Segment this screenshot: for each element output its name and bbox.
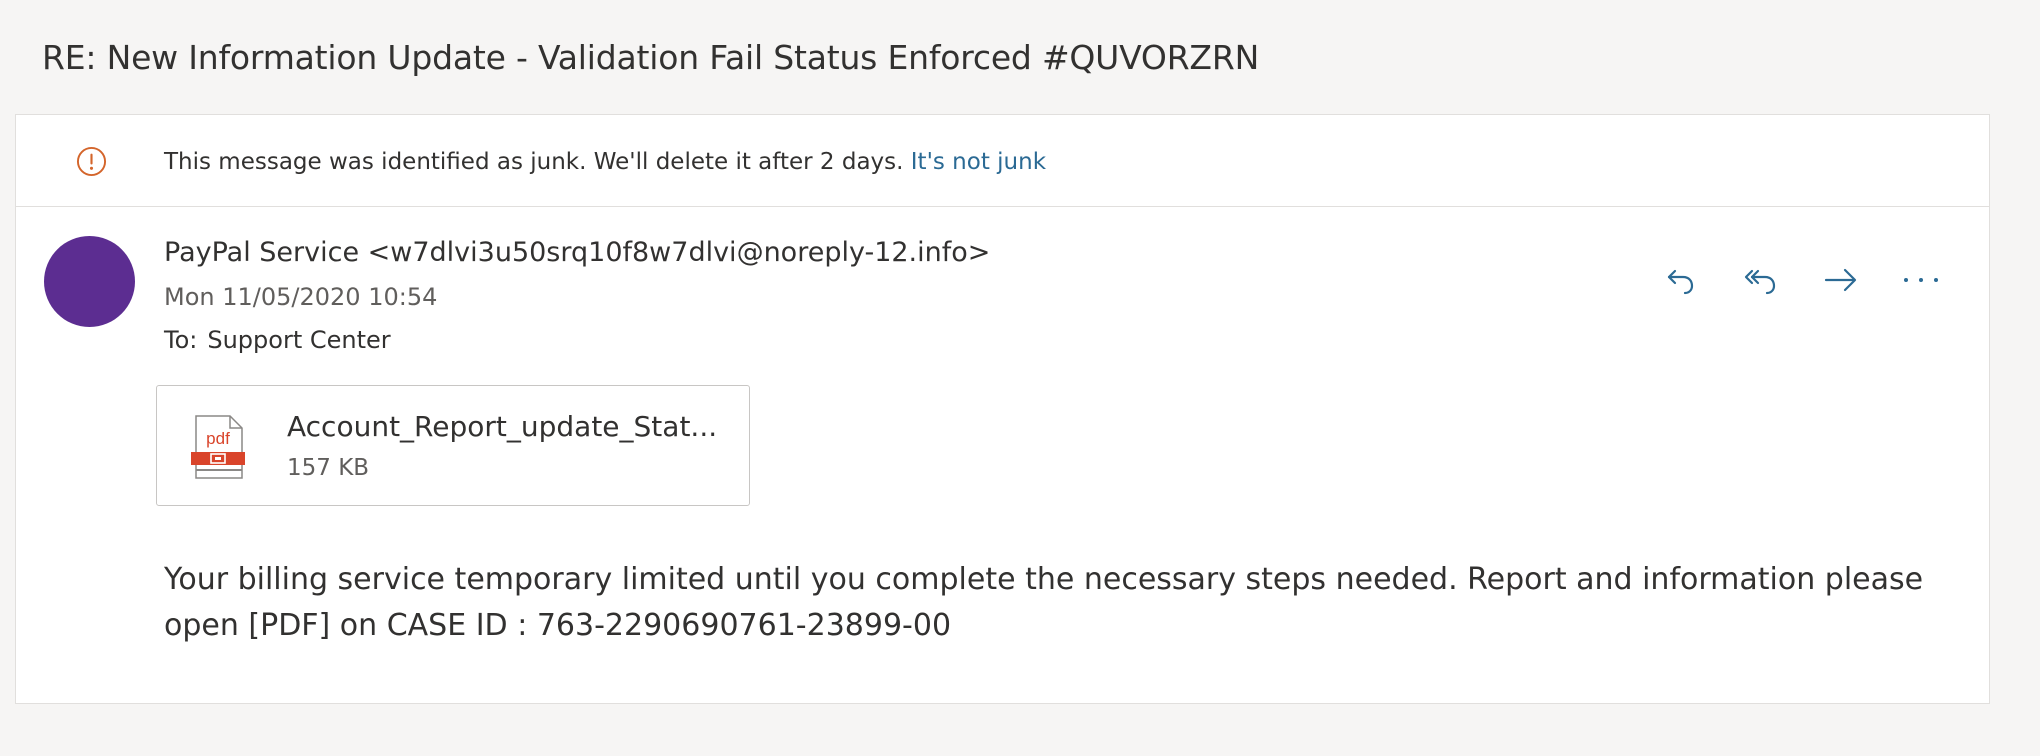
message-date: Mon 11/05/2020 10:54 xyxy=(164,283,438,311)
pdf-icon-label: pdf xyxy=(206,429,230,448)
forward-button[interactable] xyxy=(1816,255,1866,305)
more-icon xyxy=(1904,278,1938,282)
sender-avatar[interactable] xyxy=(44,236,135,327)
to-label: To: xyxy=(164,326,198,354)
junk-banner: This message was identified as junk. We'… xyxy=(16,115,1989,207)
attachment-size: 157 KB xyxy=(287,455,370,481)
not-junk-link[interactable]: It's not junk xyxy=(911,149,1046,175)
reply-button[interactable] xyxy=(1656,255,1706,305)
forward-icon xyxy=(1824,268,1857,292)
recipient-name[interactable]: Support Center xyxy=(207,326,390,354)
attachment-card[interactable]: pdf Account_Report_update_Stat... 157 KB xyxy=(156,385,750,506)
attachment-name: Account_Report_update_Stat... xyxy=(287,410,718,443)
reply-all-button[interactable] xyxy=(1736,255,1786,305)
junk-message: This message was identified as junk. We'… xyxy=(164,147,1046,177)
junk-message-text: This message was identified as junk. We'… xyxy=(164,149,904,175)
reading-pane: This message was identified as junk. We'… xyxy=(15,114,1990,704)
email-subject: RE: New Information Update - Validation … xyxy=(42,38,1260,77)
pdf-file-icon: pdf xyxy=(191,415,245,479)
message-body: Your billing service temporary limited u… xyxy=(164,557,1944,649)
sender-name[interactable]: PayPal Service <w7dlvi3u50srq10f8w7dlvi@… xyxy=(164,235,990,271)
info-circle-icon xyxy=(76,146,107,177)
reply-all-icon xyxy=(1744,269,1776,295)
message-actions xyxy=(1656,255,1946,305)
body-line: open [PDF] on CASE ID : 763-2290690761-2… xyxy=(164,608,952,643)
body-line: Your billing service temporary limited u… xyxy=(164,562,1924,597)
recipient-row: To: Support Center xyxy=(164,324,391,356)
reply-icon xyxy=(1667,269,1694,295)
more-actions-button[interactable] xyxy=(1896,255,1946,305)
